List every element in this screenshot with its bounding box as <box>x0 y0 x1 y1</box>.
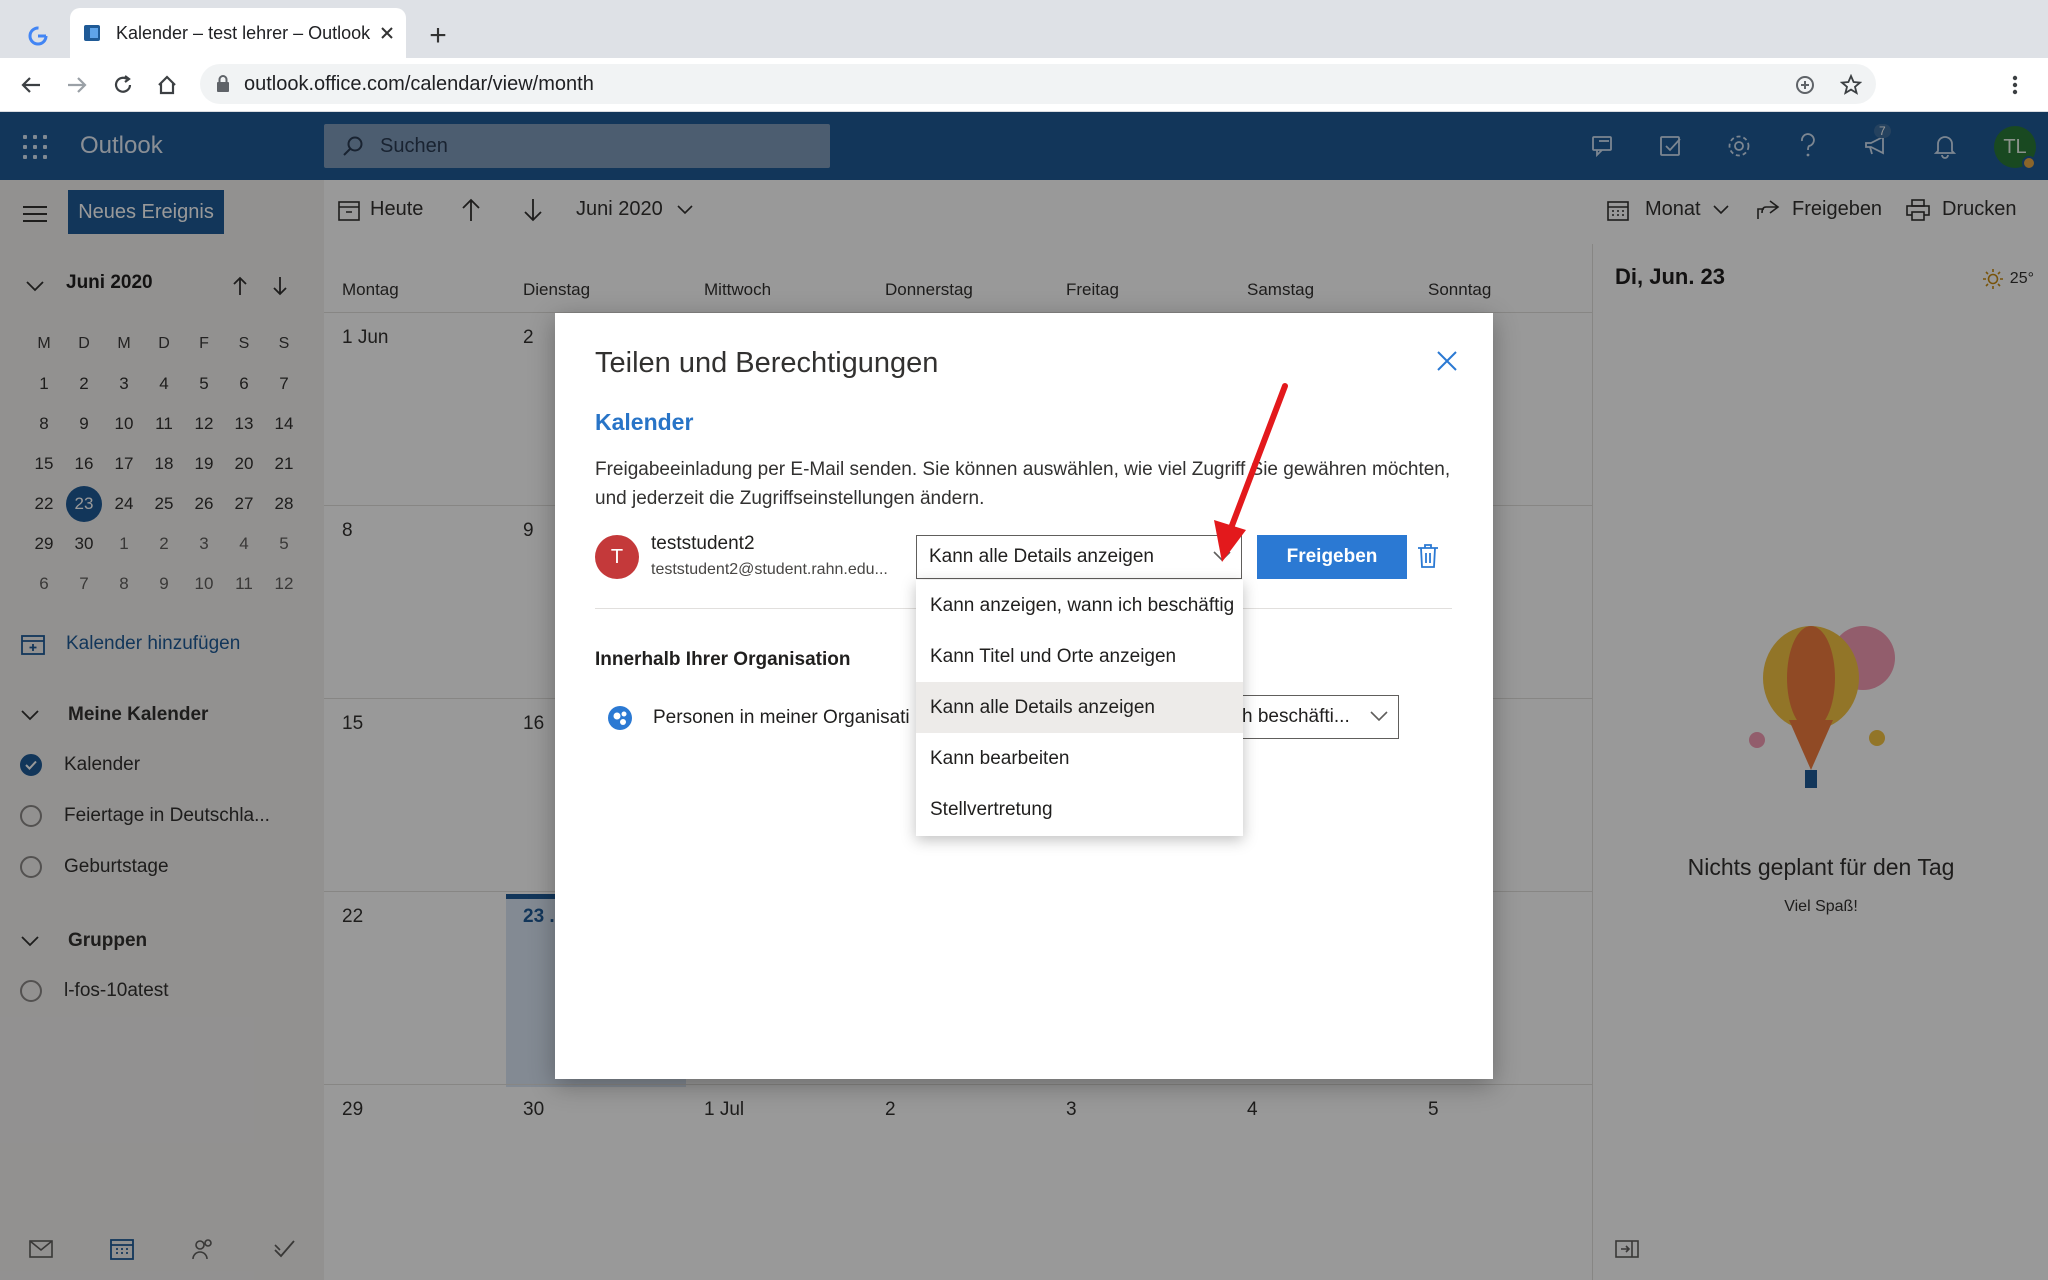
address-bar[interactable]: outlook.office.com/calendar/view/month <box>200 64 1876 104</box>
permission-option-titles-locations[interactable]: Kann Titel und Orte anzeigen <box>916 631 1243 682</box>
new-tab-button[interactable]: + <box>422 19 454 52</box>
google-icon <box>28 26 48 46</box>
bookmark-star-icon[interactable] <box>1836 70 1866 100</box>
dialog-section-title: Kalender <box>595 409 694 435</box>
permission-dropdown[interactable]: Kann alle Details anzeigen <box>916 535 1242 579</box>
person-email: teststudent2@student.rahn.edu... <box>651 561 888 578</box>
home-icon[interactable] <box>152 70 182 100</box>
permission-options-menu: Kann anzeigen, wann ich beschäftig Kann … <box>916 580 1243 836</box>
outlook-favicon <box>84 25 100 41</box>
browser-tab-active[interactable]: Kalender – test lehrer – Outlook <box>70 8 406 58</box>
install-icon[interactable] <box>1790 70 1820 100</box>
reload-icon[interactable] <box>108 70 138 100</box>
tab-title: Kalender – test lehrer – Outlook <box>116 22 371 43</box>
trash-icon[interactable] <box>1417 543 1439 569</box>
permission-option-all-details[interactable]: Kann alle Details anzeigen <box>916 682 1243 733</box>
permission-option-free-busy[interactable]: Kann anzeigen, wann ich beschäftig <box>916 580 1243 631</box>
back-icon[interactable] <box>16 70 46 100</box>
browser-tabstrip: Kalender – test lehrer – Outlook + <box>0 0 2048 58</box>
person-avatar: T <box>595 535 639 579</box>
organization-permission-value: h beschäfti... <box>1242 706 1350 727</box>
browser-menu-icon[interactable] <box>2000 70 2030 100</box>
permission-dropdown-value: Kann alle Details anzeigen <box>929 546 1154 567</box>
organization-section-header: Innerhalb Ihrer Organisation <box>595 649 851 670</box>
annotation-arrow-icon <box>1214 383 1288 562</box>
dialog-title: Teilen und Berechtigungen <box>595 347 939 379</box>
google-tab[interactable] <box>14 20 62 52</box>
organization-permission-dropdown[interactable]: h beschäfti... <box>1231 695 1399 739</box>
permission-option-delegate[interactable]: Stellvertretung <box>916 784 1243 835</box>
organization-people-icon <box>607 705 633 731</box>
url-text: outlook.office.com/calendar/view/month <box>244 72 594 95</box>
person-name: teststudent2 <box>651 533 755 554</box>
dialog-description: Freigabeeinladung per E-Mail senden. Sie… <box>595 459 1451 509</box>
chevron-down-icon <box>1370 711 1388 722</box>
forward-icon[interactable] <box>62 70 92 100</box>
lock-icon <box>217 75 229 92</box>
organization-label: Personen in meiner Organisati <box>653 707 910 728</box>
browser-toolbar: outlook.office.com/calendar/view/month <box>0 58 2048 112</box>
close-tab-icon[interactable] <box>380 26 394 40</box>
permission-option-edit[interactable]: Kann bearbeiten <box>916 733 1243 784</box>
close-icon[interactable] <box>1435 349 1461 375</box>
